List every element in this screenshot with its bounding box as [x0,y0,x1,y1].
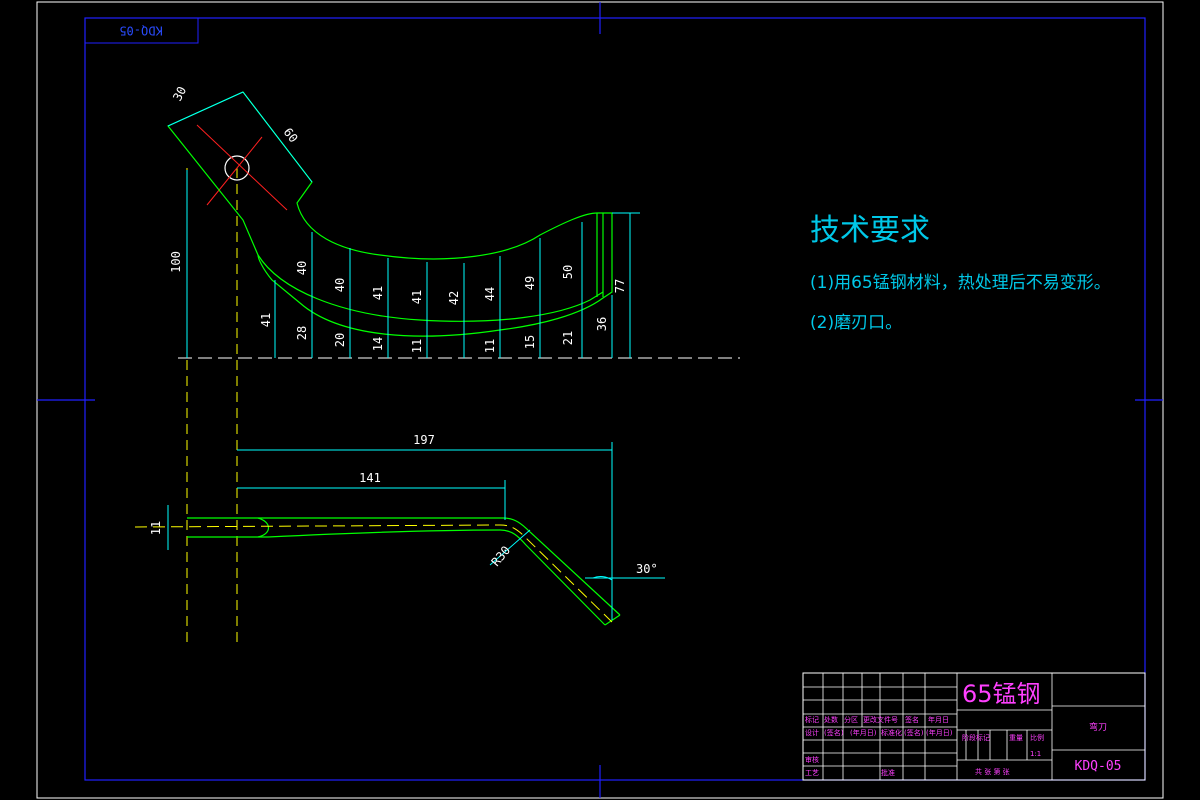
tb-scale-value: 1:1 [1030,750,1041,758]
dim-60: 60 [281,125,301,145]
technical-requirements: 技术要求 (1)用65锰钢材料，热处理后不易变形。 (2)磨刃口。 [810,213,1111,333]
title-block: 标记 处数 分区 更改文件号 签名 年月日 设计 (签名) (年月日) 标准化 … [802,672,1146,781]
dim-lower-4: 11 [410,339,424,353]
tb-weight: 重量 [1009,734,1023,742]
dim-upper-0: 40 [295,261,309,275]
tb-label-sign: 签名 [905,715,919,724]
dim-lower-2: 20 [333,333,347,347]
center-lines [186,168,238,645]
tb-design: 设计 [805,728,819,737]
dim-11: 11 [149,521,163,535]
dim-lower-3: 14 [371,337,385,351]
hole-cross-lines [196,124,288,211]
tb-drawing-no: KDQ-05 [1075,759,1122,774]
blade-outline [167,91,613,337]
centering-marks [37,2,1163,798]
dim-lower-7: 21 [561,331,575,345]
dim-141: 141 [359,471,381,485]
tb-label-date: 年月日 [928,715,949,724]
tech-title: 技术要求 [810,213,930,248]
dim-77: 77 [613,279,627,293]
tb-label-zone: 分区 [844,715,858,724]
dim-lower-1: 28 [295,326,309,340]
dim-upper-4: 42 [447,291,461,305]
tb-check: 审核 [805,755,819,764]
drawing-stamp: KDQ-05 [119,24,162,38]
tb-scale: 比例 [1030,733,1044,742]
drawing-canvas: KDQ-05 30 60 100 77 40 40 41 41 42 44 49… [36,1,1164,799]
side-outline [187,517,621,626]
dim-angle: 30° [636,562,658,576]
tb-design-sign: (签名) [824,728,844,737]
dim-lower-0: 41 [259,313,273,327]
tb-standard-sign: (签名) [904,728,924,737]
tb-part-name: 弯刀 [1089,721,1107,733]
tb-label-change: 更改文件号 [863,715,898,724]
tb-sheets: 共 张 第 张 [975,767,1010,776]
dim-lower-8: 36 [595,317,609,331]
dim-30: 30 [170,84,189,103]
tb-standard-date: (年月日) [926,728,953,737]
side-view: 197 141 11 R30 30° [134,433,665,626]
dim-197: 197 [413,433,435,447]
dim-upper-5: 44 [483,287,497,301]
tb-process: 工艺 [805,769,819,777]
dim-upper-7: 50 [561,265,575,279]
tb-material: 65锰钢 [962,680,1041,708]
dim-upper-1: 40 [333,278,347,292]
tb-approve: 批准 [881,768,895,777]
dim-upper-2: 41 [371,286,385,300]
dimension-lines [167,91,640,358]
side-centerline [134,524,613,623]
tb-stage: 阶段标记 [962,733,990,742]
dim-100: 100 [169,251,183,273]
sheet-border [36,1,1164,799]
dim-upper-6: 49 [523,276,537,290]
tech-line-1: (1)用65锰钢材料，热处理后不易变形。 [810,273,1111,293]
tb-label-mark: 标记 [805,715,819,724]
inner-frame [84,17,1146,781]
tech-line-2: (2)磨刃口。 [810,313,902,333]
dim-r30: R30 [489,543,514,569]
tb-standard: 标准化 [881,728,902,737]
top-view: 30 60 100 77 40 40 41 41 42 44 49 50 41 … [167,84,740,645]
dim-upper-3: 41 [410,290,424,304]
dim-lower-6: 15 [523,335,537,349]
tb-design-date: (年月日) [850,728,877,737]
dim-lower-5: 11 [483,339,497,353]
tb-label-count: 处数 [824,715,838,724]
